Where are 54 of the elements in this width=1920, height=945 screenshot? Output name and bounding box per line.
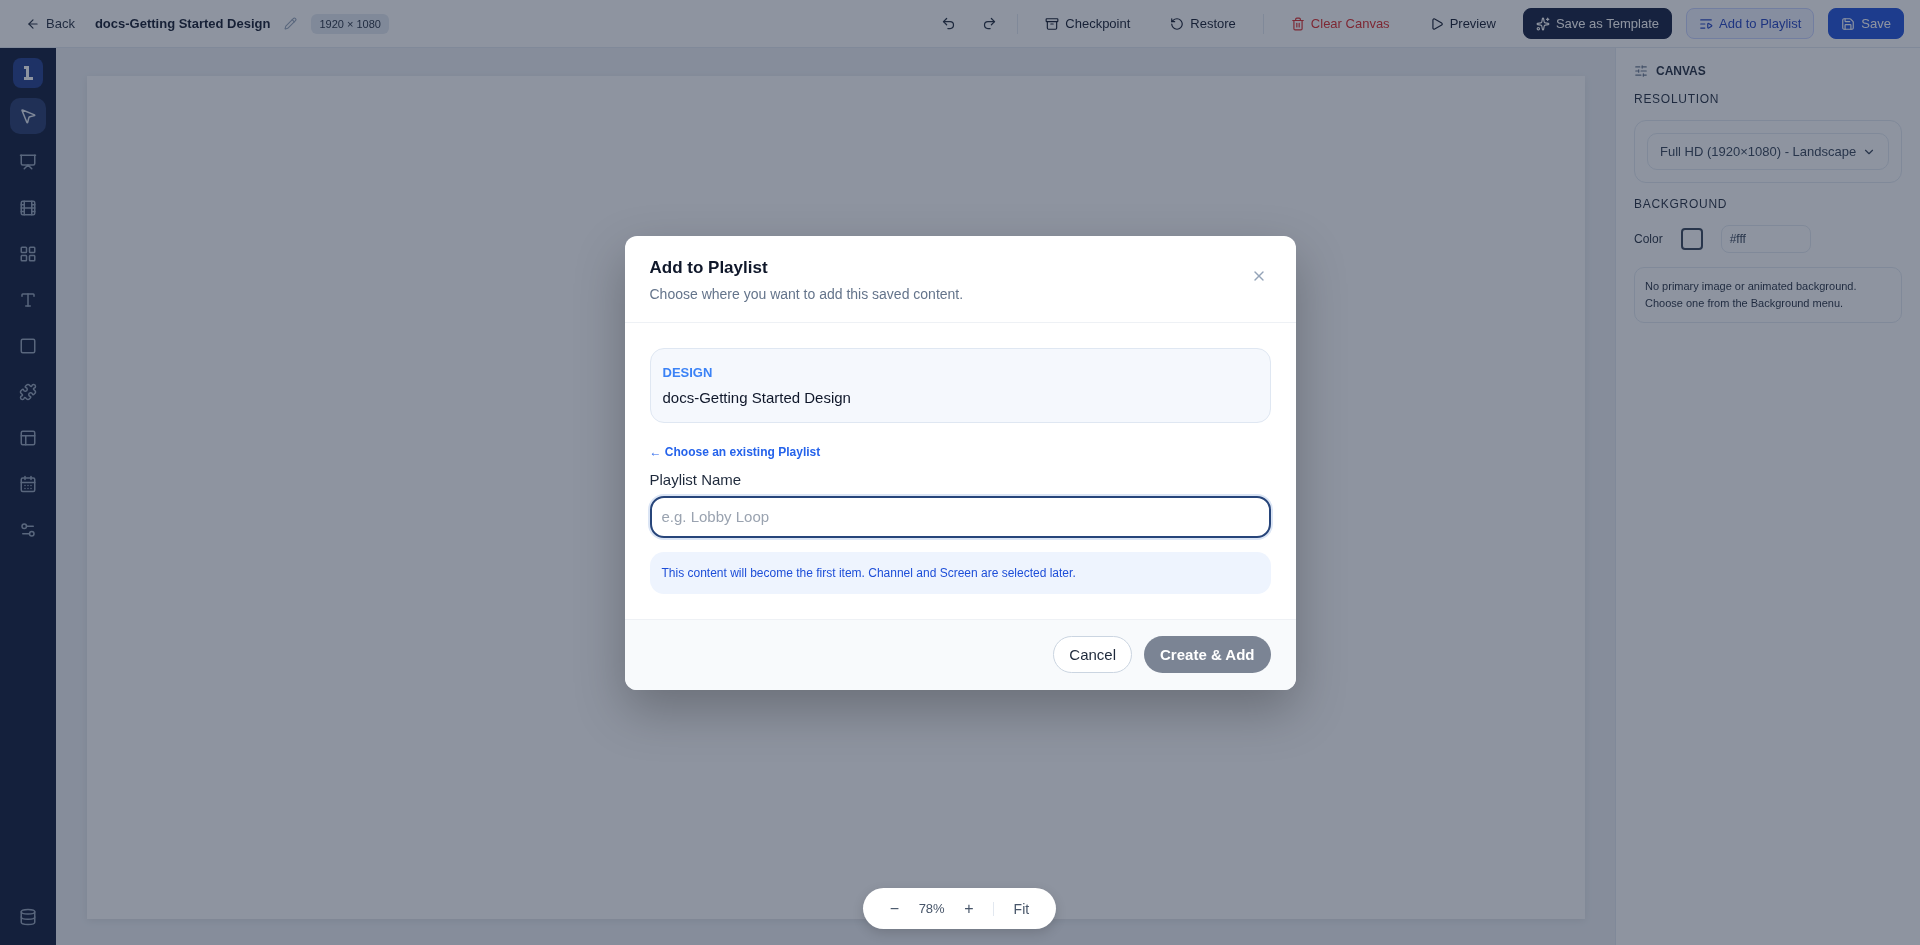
info-note: This content will become the first item. Channel and Screen are selected later. (649, 551, 1271, 594)
panel-title: CANVAS (1656, 64, 1706, 78)
dialog-title: Add to Playlist (649, 257, 769, 278)
database-icon (19, 908, 37, 926)
color-swatch[interactable] (1680, 228, 1703, 250)
design-title: docs-Getting Started Design (94, 16, 271, 31)
list-icon (1699, 16, 1713, 31)
film-icon (19, 199, 37, 217)
puzzle-icon (19, 383, 37, 401)
clear-canvas-button[interactable]: Clear Canvas (1277, 8, 1403, 39)
play-icon (1429, 16, 1444, 31)
resolution-label: RESOLUTION (1634, 92, 1721, 106)
pointer-icon (19, 107, 37, 125)
fit-button[interactable]: Fit (1007, 898, 1036, 919)
square-icon (19, 337, 37, 355)
background-note: No primary image or animated background. Choose one from the Background menu. (1634, 267, 1902, 324)
panels-icon (19, 429, 37, 447)
save-template-button[interactable]: Save as Template (1522, 8, 1672, 39)
zoom-out-button[interactable]: − (883, 897, 906, 920)
background-label: BACKGROUND (1634, 197, 1729, 211)
color-label: Color (1634, 232, 1663, 246)
restore-button[interactable]: Restore (1157, 8, 1249, 39)
back-button[interactable]: Back (20, 10, 81, 37)
presentation-icon (19, 153, 37, 171)
content-name: docs-Getting Started Design (662, 388, 852, 406)
save-icon (1841, 16, 1856, 31)
playlist-name-field[interactable]: e.g. Lobby Loop (649, 495, 1271, 538)
preview-button[interactable]: Preview (1416, 8, 1509, 39)
sparkle-icon (1535, 16, 1550, 31)
archive-icon (1045, 16, 1060, 31)
save-button[interactable]: Save (1828, 8, 1904, 39)
size-tag: 1920 × 1080 (311, 13, 389, 34)
content-type: DESIGN (662, 364, 714, 380)
checkpoint-button[interactable]: Checkpoint (1032, 8, 1144, 39)
redo-icon (982, 16, 998, 31)
text-icon (19, 291, 37, 309)
tool-button[interactable] (10, 98, 46, 134)
resolution-select[interactable]: Full HD (1920×1080) - Landscape (1647, 133, 1889, 170)
existing-playlist-link[interactable]: ← Choose an existing Playlist (649, 444, 821, 459)
sliders-icon (1634, 64, 1648, 78)
dialog-subtitle: Choose where you want to add this saved content. (649, 285, 964, 302)
undo-icon (941, 16, 957, 31)
cancel-button[interactable]: Cancel (1053, 635, 1133, 673)
restore-icon (1170, 16, 1185, 31)
grid-icon (19, 245, 37, 263)
calendar-icon (19, 475, 37, 493)
trash-icon (1290, 16, 1305, 31)
color-field[interactable]: #fff (1720, 225, 1811, 253)
logo-icon (13, 58, 43, 88)
add-playlist-button[interactable]: Add to Playlist (1686, 8, 1815, 39)
zoom-value: 78% (918, 901, 945, 916)
field-label: Playlist Name (649, 470, 743, 488)
zoom-in-button[interactable]: + (958, 897, 980, 920)
pencil-icon (284, 17, 298, 30)
